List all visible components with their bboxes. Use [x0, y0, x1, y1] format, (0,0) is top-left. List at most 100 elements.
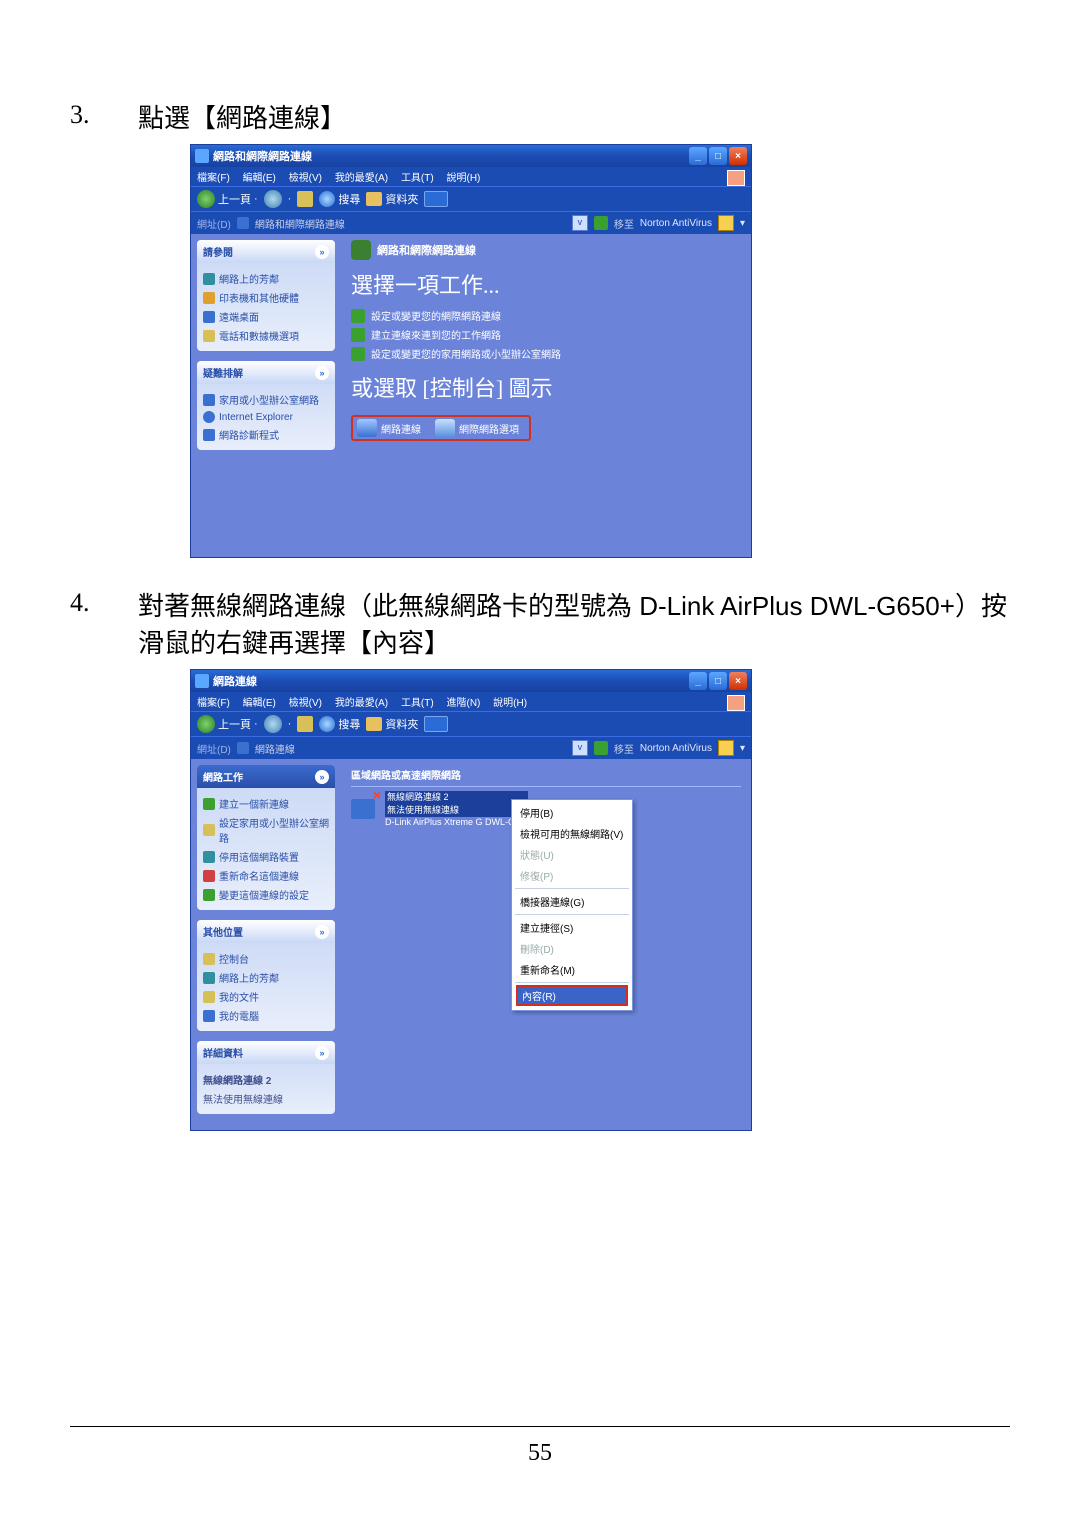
address-path[interactable]: 網路和網際網路連線 [255, 216, 566, 231]
sidebar-item[interactable]: 重新命名這個連線 [203, 866, 329, 885]
ctx-view-wireless[interactable]: 檢視可用的無線網路(V) [512, 823, 632, 844]
window-network-internet: 網路和網際網路連線 _ □ × 檔案(F) 編輯(E) 檢視(V) 我的最愛(A… [190, 144, 752, 558]
menu-tools[interactable]: 工具(T) [401, 698, 434, 709]
cpl-network-connections[interactable]: 網路連線 [357, 419, 421, 437]
close-button[interactable]: × [729, 147, 747, 165]
sidebar-item[interactable]: 電話和數據機選項 [203, 326, 329, 345]
step3-number: 3. [70, 100, 138, 136]
sidebar-item[interactable]: 家用或小型辦公室網路 [203, 390, 329, 409]
up-button[interactable] [297, 191, 313, 207]
sidebar-panel-other-places: 其他位置 » 控制台 網路上的芳鄰 我的文件 我的電腦 [197, 920, 335, 1031]
arrow-icon [351, 309, 365, 323]
menu-view[interactable]: 檢視(V) [289, 173, 322, 184]
search-button[interactable]: 搜尋 [319, 191, 360, 207]
sidebar-item[interactable]: Internet Explorer [203, 409, 329, 425]
menu-view[interactable]: 檢視(V) [289, 698, 322, 709]
diagnostics-icon [203, 429, 215, 441]
go-label[interactable]: 移至 [614, 741, 634, 756]
menu-favorites[interactable]: 我的最愛(A) [335, 173, 388, 184]
sidebar-item[interactable]: 遠端桌面 [203, 307, 329, 326]
ctx-create-shortcut[interactable]: 建立捷徑(S) [512, 917, 632, 938]
category-icon [351, 240, 371, 260]
connection-status: 無法使用無線連線 [385, 804, 528, 817]
neighborhood-icon [203, 972, 215, 984]
ctx-rename[interactable]: 重新命名(M) [512, 959, 632, 980]
menu-tools[interactable]: 工具(T) [401, 173, 434, 184]
chevron-icon[interactable]: » [315, 770, 329, 784]
sidebar-item[interactable]: 網路診斷程式 [203, 425, 329, 444]
norton-label[interactable]: Norton AntiVirus [640, 218, 712, 229]
sidebar-item[interactable]: 控制台 [203, 949, 329, 968]
chevron-icon[interactable]: » [315, 925, 329, 939]
norton-label[interactable]: Norton AntiVirus [640, 743, 712, 754]
norton-icon [718, 740, 734, 756]
sidebar-item[interactable]: 變更這個連線的設定 [203, 885, 329, 904]
menu-favorites[interactable]: 我的最愛(A) [335, 698, 388, 709]
go-icon [594, 216, 608, 230]
sidebar-item[interactable]: 建立一個新連線 [203, 794, 329, 813]
chevron-icon[interactable]: » [315, 366, 329, 380]
chevron-icon[interactable]: » [315, 245, 329, 259]
windows-flag-icon [727, 695, 745, 711]
sidebar-panel-seealso: 請參閱» 網路上的芳鄰 印表機和其他硬體 遠端桌面 電話和數據機選項 [197, 240, 335, 351]
control-panel-icon [203, 953, 215, 965]
maximize-button[interactable]: □ [709, 672, 727, 690]
details-line: 無法使用無線連線 [203, 1089, 329, 1108]
menu-advanced[interactable]: 進階(N) [447, 698, 481, 709]
go-icon [594, 741, 608, 755]
sidebar-item[interactable]: 印表機和其他硬體 [203, 288, 329, 307]
menu-edit[interactable]: 編輯(E) [243, 698, 276, 709]
views-button[interactable] [424, 191, 448, 207]
address-label: 網址(D) [197, 216, 231, 231]
back-button[interactable]: 上一頁 · [197, 715, 258, 733]
task-link[interactable]: 設定或變更您的家用網路或小型辦公室網路 [351, 344, 741, 363]
menu-edit[interactable]: 編輯(E) [243, 173, 276, 184]
maximize-button[interactable]: □ [709, 147, 727, 165]
go-label[interactable]: 移至 [614, 216, 634, 231]
lan-section-header: 區域網路或高速網際網路 [351, 765, 741, 787]
sidebar-item[interactable]: 我的文件 [203, 987, 329, 1006]
sidebar-item[interactable]: 停用這個網路裝置 [203, 847, 329, 866]
chevron-icon[interactable]: » [315, 1046, 329, 1060]
address-path[interactable]: 網路連線 [255, 741, 566, 756]
ctx-properties[interactable]: 內容(R) [516, 985, 628, 1006]
up-button[interactable] [297, 716, 313, 732]
separator [515, 982, 629, 983]
sidebar-item[interactable]: 網路上的芳鄰 [203, 269, 329, 288]
menu-file[interactable]: 檔案(F) [197, 698, 230, 709]
close-button[interactable]: × [729, 672, 747, 690]
cpl-internet-options[interactable]: 網際網路選項 [435, 419, 519, 437]
search-button[interactable]: 搜尋 [319, 716, 360, 732]
wireless-connection-icon: × [351, 791, 379, 819]
panel-title: 其他位置 [203, 924, 243, 939]
menu-file[interactable]: 檔案(F) [197, 173, 230, 184]
folders-button[interactable]: 資料夾 [366, 716, 418, 732]
task-link[interactable]: 建立連線來連到您的工作網路 [351, 325, 741, 344]
network-connections-icon [357, 419, 377, 437]
address-dropdown[interactable]: v [572, 740, 588, 756]
views-button[interactable] [424, 716, 448, 732]
task-link[interactable]: 設定或變更您的網際網路連線 [351, 306, 741, 325]
separator [515, 914, 629, 915]
minimize-button[interactable]: _ [689, 147, 707, 165]
address-dropdown[interactable]: v [572, 215, 588, 231]
forward-button[interactable] [264, 715, 282, 733]
ctx-disable[interactable]: 停用(B) [512, 802, 632, 823]
forward-button[interactable] [264, 190, 282, 208]
sidebar-item[interactable]: 設定家用或小型辦公室網路 [203, 813, 329, 847]
back-button[interactable]: 上一頁 · [197, 190, 258, 208]
window-network-connections: 網路連線 _ □ × 檔案(F) 編輯(E) 檢視(V) 我的最愛(A) 工具(… [190, 669, 752, 1131]
remote-desktop-icon [203, 311, 215, 323]
app-icon [195, 149, 209, 163]
content-header: 網路和網際網路連線 [377, 242, 476, 258]
minimize-button[interactable]: _ [689, 672, 707, 690]
sidebar-item[interactable]: 網路上的芳鄰 [203, 968, 329, 987]
menu-help[interactable]: 說明(H) [447, 173, 481, 184]
menu-help[interactable]: 說明(H) [493, 698, 527, 709]
connection-name: 無線網路連線 2 [385, 791, 528, 804]
settings-icon [203, 889, 215, 901]
sidebar-item[interactable]: 我的電腦 [203, 1006, 329, 1025]
ctx-bridge[interactable]: 橋接器連線(G) [512, 891, 632, 912]
folders-button[interactable]: 資料夾 [366, 191, 418, 207]
arrow-icon [351, 328, 365, 342]
